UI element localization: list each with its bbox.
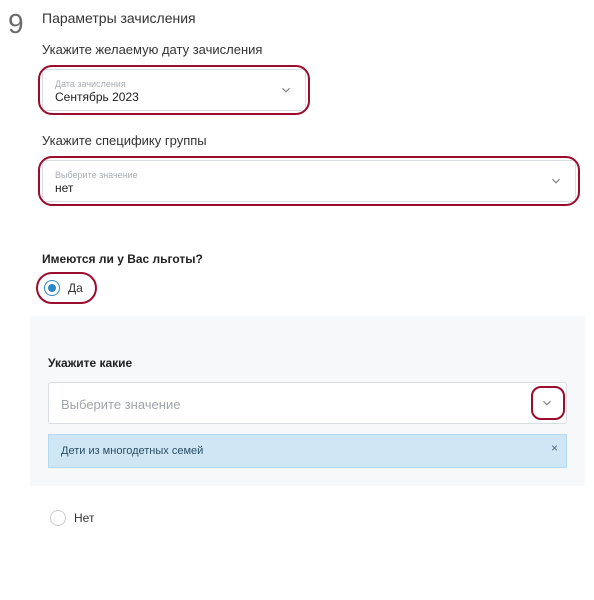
- close-icon[interactable]: ×: [551, 441, 558, 455]
- radio-yes-label: Да: [68, 281, 83, 295]
- group-floating-label: Выберите значение: [55, 170, 537, 180]
- enrollment-date-select[interactable]: Дата зачисления Сентябрь 2023: [42, 69, 306, 111]
- radio-no-label: Нет: [74, 511, 94, 525]
- date-value: Сентябрь 2023: [55, 90, 267, 104]
- radio-yes[interactable]: Да: [42, 278, 89, 298]
- group-value: нет: [55, 181, 537, 195]
- date-field-label: Укажите желаемую дату зачисления: [42, 42, 576, 57]
- section-title: Параметры зачисления: [42, 10, 576, 26]
- group-field-label: Укажите специфику группы: [42, 133, 576, 148]
- selected-benefit-text: Дети из многодетных семей: [61, 445, 203, 457]
- radio-icon-checked: [44, 280, 60, 296]
- benefits-question: Имеются ли у Вас льготы?: [42, 252, 576, 266]
- benefit-type-select[interactable]: Выберите значение: [48, 382, 567, 424]
- radio-icon-unchecked: [50, 510, 66, 526]
- chevron-down-icon: [540, 396, 554, 410]
- benefits-subpanel: Укажите какие Выберите значение Дети из …: [30, 316, 585, 486]
- chevron-down-icon: [549, 174, 563, 188]
- selected-benefit-tag: Дети из многодетных семей ×: [48, 434, 567, 468]
- benefit-placeholder: Выберите значение: [61, 397, 528, 412]
- specify-label: Укажите какие: [48, 356, 567, 370]
- step-number: 9: [8, 10, 28, 38]
- chevron-down-icon: [279, 83, 293, 97]
- radio-no[interactable]: Нет: [48, 508, 100, 528]
- group-spec-select[interactable]: Выберите значение нет: [42, 160, 576, 202]
- date-floating-label: Дата зачисления: [55, 79, 267, 89]
